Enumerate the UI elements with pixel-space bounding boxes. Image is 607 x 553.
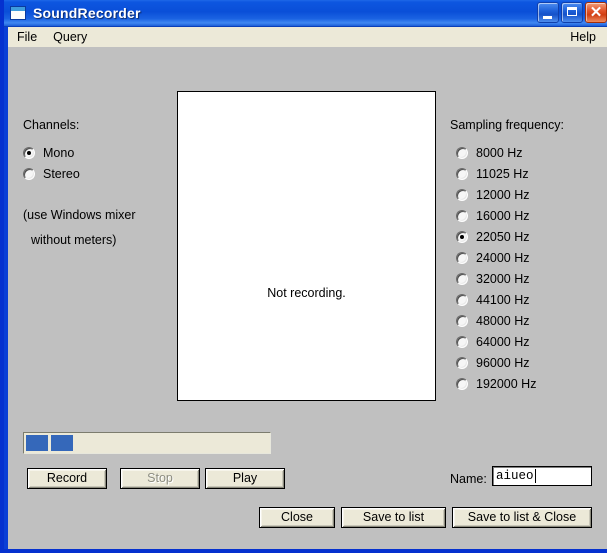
radio-freq-64000[interactable]: 64000 Hz	[456, 335, 530, 349]
radio-indicator-freq-12000	[456, 189, 468, 201]
maximize-icon	[567, 7, 577, 16]
minimize-icon	[543, 16, 552, 19]
radio-indicator-freq-16000	[456, 210, 468, 222]
stop-button[interactable]: Stop	[120, 468, 200, 489]
radio-label-mono: Mono	[43, 146, 75, 160]
sampling-frequency-label: Sampling frequency:	[450, 118, 564, 132]
radio-freq-32000[interactable]: 32000 Hz	[456, 272, 530, 286]
application-window: SoundRecorder ✕ File Query Help Channels…	[0, 0, 607, 553]
maximize-button[interactable]	[561, 2, 583, 23]
radio-label-freq-44100: 44100 Hz	[476, 293, 530, 307]
radio-indicator-freq-8000	[456, 147, 468, 159]
channels-hint-line2: without meters)	[31, 233, 117, 247]
radio-label-freq-32000: 32000 Hz	[476, 272, 530, 286]
radio-indicator-mono	[23, 147, 35, 159]
radio-label-freq-22050: 22050 Hz	[476, 230, 530, 244]
radio-freq-96000[interactable]: 96000 Hz	[456, 356, 530, 370]
name-input-value: aiueo	[496, 469, 534, 483]
radio-label-freq-12000: 12000 Hz	[476, 188, 530, 202]
save-to-list-and-close-button[interactable]: Save to list & Close	[452, 507, 592, 528]
radio-label-freq-8000: 8000 Hz	[476, 146, 523, 160]
client-area: Channels: Mono Stereo (use Windows mixer…	[8, 47, 607, 549]
radio-indicator-freq-64000	[456, 336, 468, 348]
radio-channels-mono[interactable]: Mono	[23, 146, 74, 160]
progress-chunk	[51, 435, 73, 451]
radio-indicator-freq-48000	[456, 315, 468, 327]
save-to-list-button[interactable]: Save to list	[341, 507, 446, 528]
radio-label-freq-64000: 64000 Hz	[476, 335, 530, 349]
menu-bar: File Query Help	[8, 27, 607, 47]
title-bar-buttons: ✕	[537, 2, 607, 23]
radio-freq-11025[interactable]: 11025 Hz	[456, 167, 529, 181]
title-bar[interactable]: SoundRecorder ✕	[4, 0, 607, 27]
radio-label-freq-192000: 192000 Hz	[476, 377, 537, 391]
radio-label-freq-96000: 96000 Hz	[476, 356, 530, 370]
radio-label-freq-24000: 24000 Hz	[476, 251, 530, 265]
minimize-button[interactable]	[537, 2, 559, 23]
close-icon: ✕	[589, 4, 603, 21]
recording-progress-bar	[23, 432, 271, 454]
channels-label: Channels:	[23, 118, 80, 132]
radio-indicator-freq-32000	[456, 273, 468, 285]
name-label: Name:	[450, 472, 487, 486]
radio-freq-16000[interactable]: 16000 Hz	[456, 209, 530, 223]
close-button[interactable]: Close	[259, 507, 335, 528]
close-window-button[interactable]: ✕	[585, 2, 607, 23]
progress-chunk	[26, 435, 48, 451]
radio-channels-stereo[interactable]: Stereo	[23, 167, 80, 181]
radio-indicator-stereo	[23, 168, 35, 180]
play-button[interactable]: Play	[205, 468, 285, 489]
meter-display: Not recording.	[177, 91, 436, 401]
radio-indicator-freq-44100	[456, 294, 468, 306]
radio-freq-8000[interactable]: 8000 Hz	[456, 146, 523, 160]
radio-indicator-freq-96000	[456, 357, 468, 369]
radio-freq-24000[interactable]: 24000 Hz	[456, 251, 530, 265]
menu-item-query[interactable]: Query	[46, 28, 94, 47]
radio-indicator-freq-11025	[456, 168, 468, 180]
radio-indicator-freq-192000	[456, 378, 468, 390]
menu-item-help[interactable]: Help	[563, 28, 603, 47]
window-icon	[10, 6, 26, 20]
record-button[interactable]: Record	[27, 468, 107, 489]
radio-freq-44100[interactable]: 44100 Hz	[456, 293, 530, 307]
radio-label-freq-48000: 48000 Hz	[476, 314, 530, 328]
meter-status-text: Not recording.	[267, 286, 346, 300]
radio-freq-192000[interactable]: 192000 Hz	[456, 377, 536, 391]
radio-indicator-freq-24000	[456, 252, 468, 264]
text-caret	[534, 469, 536, 483]
radio-indicator-freq-22050	[456, 231, 468, 243]
radio-freq-22050[interactable]: 22050 Hz	[456, 230, 530, 244]
window-title: SoundRecorder	[33, 5, 141, 21]
name-input[interactable]: aiueo	[492, 466, 592, 486]
radio-label-freq-16000: 16000 Hz	[476, 209, 530, 223]
radio-label-stereo: Stereo	[43, 167, 80, 181]
radio-freq-12000[interactable]: 12000 Hz	[456, 188, 530, 202]
menu-item-file[interactable]: File	[10, 28, 44, 47]
channels-hint-line1: (use Windows mixer	[23, 208, 136, 222]
radio-freq-48000[interactable]: 48000 Hz	[456, 314, 530, 328]
radio-label-freq-11025: 11025 Hz	[476, 167, 529, 181]
